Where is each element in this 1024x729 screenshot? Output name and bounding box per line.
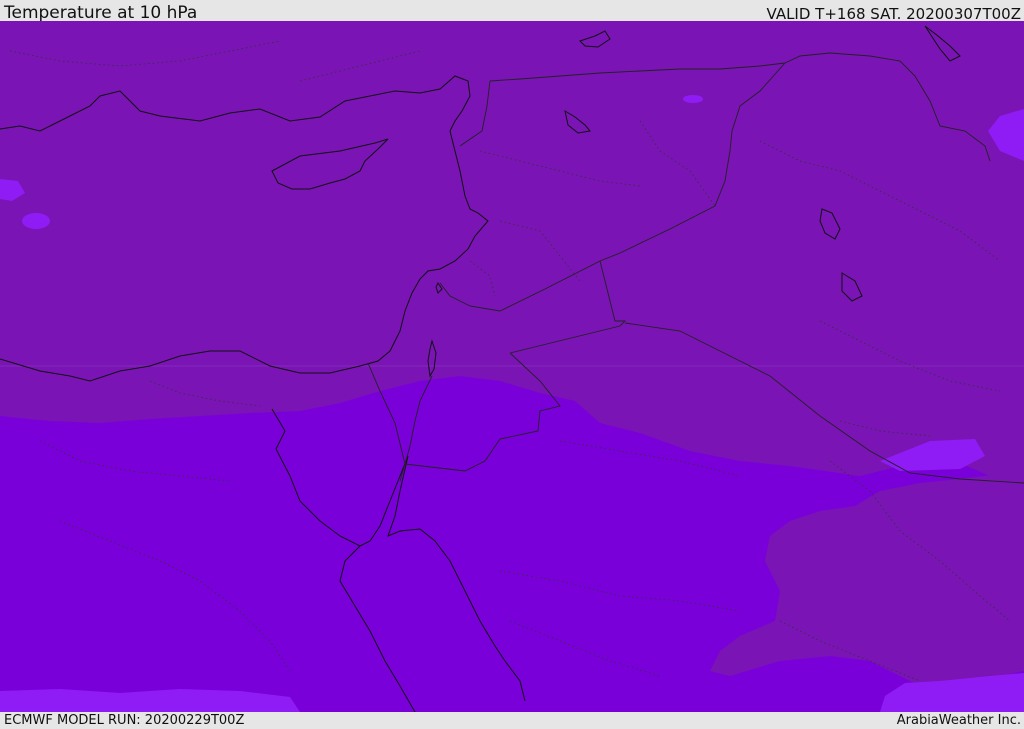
coldest-patch-w2 — [22, 213, 50, 229]
map-area[interactable] — [0, 21, 1024, 712]
header-bar: Temperature at 10 hPa VALID T+168 SAT. 2… — [0, 0, 1024, 23]
footer-bar: ECMWF MODEL RUN: 20200229T00Z ArabiaWeat… — [0, 712, 1024, 729]
coldest-patch-n — [683, 95, 703, 103]
credit-text: ArabiaWeather Inc. — [896, 713, 1021, 728]
map-svg — [0, 21, 1024, 712]
map-title: Temperature at 10 hPa — [4, 3, 198, 23]
model-run: ECMWF MODEL RUN: 20200229T00Z — [4, 713, 245, 728]
